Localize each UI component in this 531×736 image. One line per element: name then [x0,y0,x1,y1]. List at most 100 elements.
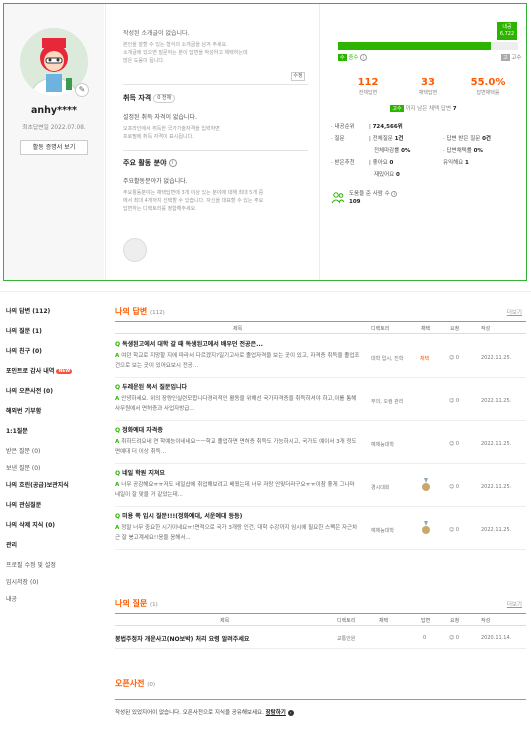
sidebar-item[interactable]: 받은 질문 (0) [6,446,96,455]
stat-label: 답변채택률 [476,90,500,96]
answer-good: ☺ 0 [449,355,459,361]
question-answers: 0 [423,635,427,641]
q-icon: Q [115,427,121,434]
sidebar-item-label: 나의 질문 (1) [6,328,42,335]
sidebar-item[interactable]: 나의 답변 (112) [6,306,96,315]
answer-directory[interactable]: 경시대회 [371,484,389,491]
answer-directory[interactable]: 대학 입시, 진학 [371,355,403,362]
open-dict-text: 작성된 있었지어이 없습니다. 오픈사전으로 지식을 공유해보세요. [115,710,264,716]
answer-directory[interactable]: 예체능대학 [371,441,394,448]
answer-directory[interactable]: 무의, 오컴 관리 [371,398,403,405]
sidebar-item[interactable]: 해외번 기부함 [6,406,96,415]
table-row[interactable]: Q 정화예대 자격증 A 취하드려요네 연 학예능이네네요ㅡㅡ학교 졸업하면 면허증 … [115,421,526,464]
sidebar-item[interactable]: 프로필 수정 및 설정 [6,560,96,569]
next-level-text: 까지 남은 채택 답변 [405,106,452,112]
table-row[interactable]: Q 미용 쪽 입시 질문!!!(정화예대, 서운예대 등등) A 정말 너무 중요한 … [115,507,526,550]
stat-choice-rate[interactable]: 55.0% 답변채택률 [458,77,518,96]
intro-body: 본인을 잘할 수 있는 형식의 소개글을 남겨 주세요. 소개글에 있으면 질문… [123,42,248,64]
answered-questions-value: 0건 [482,136,491,142]
fun-value: 0 [396,172,400,178]
sidebar-item[interactable]: 포인트로 감사 내역 NEW [6,366,96,375]
section-count: (1) [150,602,158,608]
likes-value: 0 [389,160,394,166]
help-icon[interactable]: i [391,191,398,197]
answer-preview[interactable]: A 취하드려요네 연 학예능이네네요ㅡㅡ학교 졸업하면 면허증 취득도 가능하시고… [115,437,360,457]
answer-date: 2022.11.25. [481,355,512,361]
section-title: 오픈사전 (0) [115,678,155,689]
answer-preview[interactable]: A 너무 공감해요ㅠㅠ저도 네일샵에 취업해보려고 배웠는데 너무 저랑 안맞더라… [115,480,360,500]
answer-preview[interactable]: A 여던 학교로 지망할 지에 따라서 다르겠지?일기고사로 졸업자격을 보는 곳… [115,351,360,371]
stat-total-answers[interactable]: 112 전체답변 [338,77,398,96]
current-rank: 수 중수 i [338,53,368,61]
question-title[interactable]: Q 미용 쪽 입시 질문!!!(정화예대, 서운예대 등등) [115,511,365,520]
question-title[interactable]: Q 네일 학원 지쳐요 [115,468,365,477]
answer-date: 2022.11.25. [481,484,512,490]
question-title[interactable]: Q 독생된고에서 대학 갈 때 독생된고에서 배우던 전공은... [115,339,365,348]
sidebar-item[interactable]: 나의 흐린(공급)보관지식 [6,480,96,489]
helped-people: 도움을 준 사람 수 i 109 [349,190,398,206]
question-directory[interactable]: 교통안원 [337,635,355,642]
col-title: 제목 [233,326,243,332]
col-date: 작성 [481,326,491,332]
answer-good-value: 0 [455,484,459,490]
activity-empty: 주요활동분야가 없습니다. [123,178,188,185]
sidebar-item[interactable]: 관리 [6,540,96,549]
col-date: 작성 [481,618,491,624]
answer-directory[interactable]: 예체능대학 [371,527,394,534]
answer-preview[interactable]: A 안녕하세요. 위의 장량인실련모합니다경리적인 활동을 위해선 국가자격증을 … [115,394,360,414]
help-icon[interactable]: i [168,159,177,167]
table-row[interactable]: Q 독생된고에서 대학 갈 때 독생된고에서 배우던 전공은... A 여던 학교로 … [115,335,526,378]
sidebar-item[interactable]: 1:1질문 [6,426,96,435]
avatar-edit-icon[interactable]: ✎ [75,83,89,97]
sidebar-item[interactable]: 보낸 질문 (0) [6,463,96,472]
answer-preview-text: 취하드려요네 연 학예능이네네요ㅡㅡ학교 졸업하면 면허증 취득도 가능하시고,… [115,439,357,455]
answer-good: ☺ 0 [449,441,459,447]
sidebar-item[interactable]: 임시저장 (0) [6,577,96,586]
q-icon: Q [115,384,121,391]
certificate-button[interactable]: 활동 증명서 보기 [20,140,88,155]
a-icon: A [115,482,120,488]
useful: 유익해요 1 [443,158,469,166]
divider [123,150,308,151]
sidebar-item[interactable]: 내공 [6,594,96,603]
next-rank: 고 고수 [501,53,521,61]
sidebar-item-label: 나의 삭제 지식 (0) [6,522,56,529]
stat-chosen-answers[interactable]: 33 채택답변 [398,77,458,96]
intro-edit-button[interactable]: 수정 [291,72,305,81]
table-row[interactable]: 봉법주정자 개운사고(NO보박) 처리 요령 알려주세요 교통안원 0 ☺ 0 … [115,627,526,649]
more-link[interactable]: 더보기 [507,600,522,608]
question-title[interactable]: 봉법주정자 개운사고(NO보박) 처리 요령 알려주세요 [115,634,249,643]
open-dict-link[interactable]: 장탐하기 [266,710,286,716]
answer-preview[interactable]: A 정말 너무 중요한 시기이네요ㅠ!면적으로 국가 3개랑 인건, 대학 수강까… [115,523,360,543]
sidebar-item-label: 나의 흐린(공급)보관지식 [6,482,69,489]
license-count-pill[interactable]: 0 전체 [153,93,176,103]
joined-date: 최초답변일 2022.07.08. [22,125,86,131]
col-choice: 채택 [379,618,389,624]
more-link[interactable]: 더보기 [507,308,522,316]
answer-good: ☺ 0 [449,527,459,533]
next-level-count: 7 [452,106,457,112]
sidebar-item[interactable]: 나의 관심질문 [6,500,96,509]
question-title[interactable]: Q 두레운된 목서 질문입니다 [115,382,365,391]
answer-good: ☺ 0 [449,398,459,404]
sidebar-item[interactable]: 나의 친구 (0) [6,346,96,355]
table-row[interactable]: Q 네일 학원 지쳐요 A 너무 공감해요ㅠㅠ저도 네일샵에 취업해보려고 배웠는데 … [115,464,526,507]
sidebar-item[interactable]: 나의 삭제 지식 (0) [6,520,96,529]
table-row[interactable]: Q 두레운된 목서 질문입니다 A 안녕하세요. 위의 장량인실련모합니다경리적인 활… [115,378,526,421]
table-header: 제목 디렉토리 채택 요청 작성 [115,321,526,334]
table-header: 제목 디렉토리 채택 답변 요청 작성 [115,613,526,626]
sidebar-item[interactable]: 나의 질문 (1) [6,326,96,335]
a-icon: A [115,525,120,531]
sidebar-item[interactable]: 나의 오픈사전 (0) [6,386,96,395]
question-date: 2020.11.14. [481,635,512,641]
level-badge-label: 내공 [502,24,512,30]
profile-stats: 내공 6,722 수 중수 i 고 고수 112 전체답변 33 채택답변 55.0%… [321,4,526,280]
arrow-icon[interactable]: › [287,710,294,716]
question-title[interactable]: Q 정화예대 자격증 [115,425,365,434]
help-icon[interactable]: i [360,54,368,61]
divider [123,84,308,85]
col-good: 요청 [450,618,460,624]
section-title-text: 오픈사전 [115,679,145,688]
answer-date: 2022.11.25. [481,398,512,404]
col-good: 요청 [450,326,460,332]
